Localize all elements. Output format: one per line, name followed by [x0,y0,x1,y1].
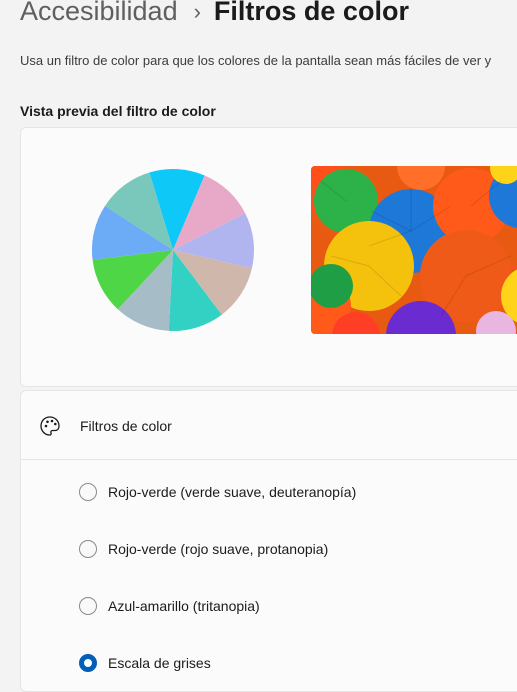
radio-option-protanopia[interactable]: Rojo-verde (rojo suave, protanopia) [79,537,328,561]
page-description: Usa un filtro de color para que los colo… [20,53,492,68]
breadcrumb-accesibilidad-link[interactable]: Accesibilidad [20,0,178,27]
radio-label: Azul-amarillo (tritanopia) [108,598,260,614]
radio-option-deuteranopia[interactable]: Rojo-verde (verde suave, deuteranopía) [79,480,356,504]
color-filters-card: Filtros de color Rojo-verde (verde suave… [20,390,517,692]
radio-label: Rojo-verde (verde suave, deuteranopía) [108,484,357,500]
color-filter-preview-card [20,127,517,387]
radio-button[interactable] [79,483,97,501]
radio-label: Rojo-verde (rojo suave, protanopia) [108,541,329,557]
preview-photo-svg [311,166,517,334]
color-filters-header[interactable]: Filtros de color [21,391,517,459]
radio-button-selected[interactable] [79,654,97,672]
color-wheel-svg [92,169,254,331]
radio-button[interactable] [79,540,97,558]
divider [21,459,517,460]
palette-icon [39,415,61,437]
preview-section-title: Vista previa del filtro de color [20,103,216,119]
chevron-right-icon: › [193,0,201,24]
color-filters-label: Filtros de color [80,418,172,434]
radio-label: Escala de grises [108,655,211,671]
radio-option-grayscale[interactable]: Escala de grises [79,651,211,675]
color-wheel-preview [91,168,255,332]
radio-option-tritanopia[interactable]: Azul-amarillo (tritanopia) [79,594,260,618]
page-title: Filtros de color [213,0,409,26]
radio-button[interactable] [79,597,97,615]
breadcrumb: Accesibilidad › Filtros de color [20,0,409,27]
colorful-paper-fans-photo [311,166,517,334]
